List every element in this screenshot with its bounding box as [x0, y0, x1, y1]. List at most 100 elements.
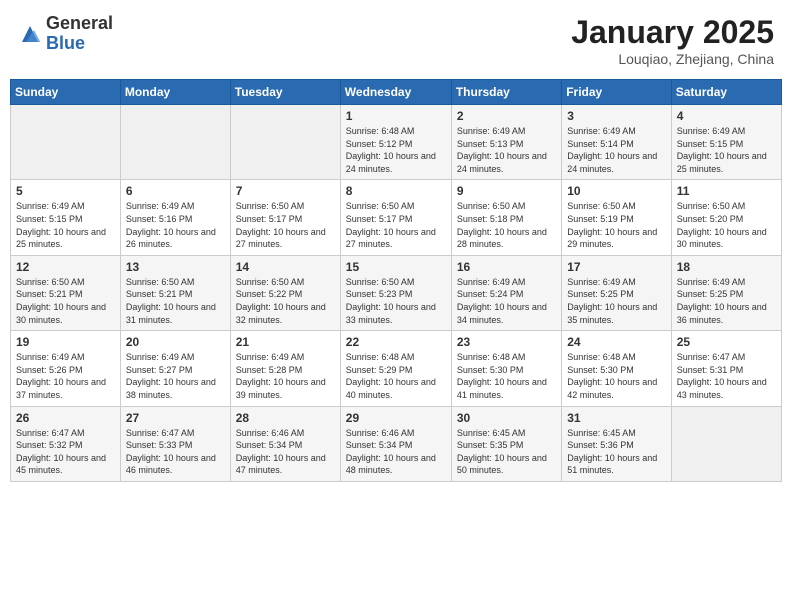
day-cell: 1 Sunrise: 6:48 AM Sunset: 5:12 PM Daylig…	[340, 105, 451, 180]
weekday-header-sunday: Sunday	[11, 80, 121, 105]
day-number: 23	[457, 335, 556, 349]
day-cell: 16Sunrise: 6:49 AM Sunset: 5:24 PM Dayli…	[451, 255, 561, 330]
day-cell: 25 Sunrise: 6:47 AM Sunset: 5:31 PM Dayli…	[671, 331, 781, 406]
day-number: 14	[236, 260, 335, 274]
day-info: Sunrise: 6:50 AM Sunset: 5:19 PM Dayligh…	[567, 200, 665, 250]
day-cell: 24 Sunrise: 6:48 AM Sunset: 5:30 PM Dayli…	[562, 331, 671, 406]
day-info: Sunrise: 6:49 AM Sunset: 5:15 PM Dayligh…	[16, 200, 115, 250]
day-cell: 26 Sunrise: 6:47 AM Sunset: 5:32 PM Dayli…	[11, 406, 121, 481]
day-cell: 13 Sunrise: 6:50 AM Sunset: 5:21 PM Dayli…	[120, 255, 230, 330]
day-cell: 11 Sunrise: 6:50 AM Sunset: 5:20 PM Dayli…	[671, 180, 781, 255]
day-info: Sunrise: 6:49 AM Sunset: 5:13 PM Dayligh…	[457, 125, 556, 175]
day-info: Sunrise: 6:49 AM Sunset: 5:25 PM Dayligh…	[677, 276, 776, 326]
weekday-header-row: SundayMondayTuesdayWednesdayThursdayFrid…	[11, 80, 782, 105]
week-row-0: 1 Sunrise: 6:48 AM Sunset: 5:12 PM Daylig…	[11, 105, 782, 180]
day-info: Sunrise: 6:49 AM Sunset: 5:27 PM Dayligh…	[126, 351, 225, 401]
title-block: January 2025 Louqiao, Zhejiang, China	[571, 14, 774, 67]
day-cell: 14 Sunrise: 6:50 AM Sunset: 5:22 PM Dayli…	[230, 255, 340, 330]
day-info: Sunrise: 6:45 AM Sunset: 5:35 PM Dayligh…	[457, 427, 556, 477]
day-cell: 17Sunrise: 6:49 AM Sunset: 5:25 PM Dayli…	[562, 255, 671, 330]
day-number: 31	[567, 411, 665, 425]
day-number: 13	[126, 260, 225, 274]
day-cell	[120, 105, 230, 180]
day-info: Sunrise: 6:50 AM Sunset: 5:23 PM Dayligh…	[346, 276, 446, 326]
day-number: 21	[236, 335, 335, 349]
day-number: 1	[346, 109, 446, 123]
day-number: 2	[457, 109, 556, 123]
day-cell: 3 Sunrise: 6:49 AM Sunset: 5:14 PM Daylig…	[562, 105, 671, 180]
day-cell: 20Sunrise: 6:49 AM Sunset: 5:27 PM Dayli…	[120, 331, 230, 406]
week-row-3: 19 Sunrise: 6:49 AM Sunset: 5:26 PM Dayli…	[11, 331, 782, 406]
day-info: Sunrise: 6:50 AM Sunset: 5:22 PM Dayligh…	[236, 276, 335, 326]
day-cell	[230, 105, 340, 180]
day-cell: 8Sunrise: 6:50 AM Sunset: 5:17 PM Daylig…	[340, 180, 451, 255]
day-info: Sunrise: 6:50 AM Sunset: 5:21 PM Dayligh…	[126, 276, 225, 326]
day-number: 19	[16, 335, 115, 349]
day-number: 6	[126, 184, 225, 198]
day-number: 18	[677, 260, 776, 274]
weekday-header-friday: Friday	[562, 80, 671, 105]
day-cell	[11, 105, 121, 180]
day-cell: 5 Sunrise: 6:49 AM Sunset: 5:15 PM Daylig…	[11, 180, 121, 255]
logo-general: General	[46, 14, 113, 34]
weekday-header-saturday: Saturday	[671, 80, 781, 105]
day-cell: 27 Sunrise: 6:47 AM Sunset: 5:33 PM Dayli…	[120, 406, 230, 481]
weekday-header-wednesday: Wednesday	[340, 80, 451, 105]
day-cell: 29 Sunrise: 6:46 AM Sunset: 5:34 PM Dayli…	[340, 406, 451, 481]
day-number: 3	[567, 109, 665, 123]
day-info: Sunrise: 6:46 AM Sunset: 5:34 PM Dayligh…	[346, 427, 446, 477]
day-info: Sunrise: 6:49 AM Sunset: 5:16 PM Dayligh…	[126, 200, 225, 250]
day-cell: 31 Sunrise: 6:45 AM Sunset: 5:36 PM Dayli…	[562, 406, 671, 481]
weekday-header-thursday: Thursday	[451, 80, 561, 105]
day-cell: 28 Sunrise: 6:46 AM Sunset: 5:34 PM Dayli…	[230, 406, 340, 481]
day-info: Sunrise: 6:49 AM Sunset: 5:26 PM Dayligh…	[16, 351, 115, 401]
page-header: General Blue January 2025 Louqiao, Zheji…	[10, 10, 782, 71]
day-info: Sunrise: 6:46 AM Sunset: 5:34 PM Dayligh…	[236, 427, 335, 477]
day-info: Sunrise: 6:47 AM Sunset: 5:32 PM Dayligh…	[16, 427, 115, 477]
day-number: 22	[346, 335, 446, 349]
day-info: Sunrise: 6:45 AM Sunset: 5:36 PM Dayligh…	[567, 427, 665, 477]
logo-icon	[18, 22, 42, 46]
day-cell: 30 Sunrise: 6:45 AM Sunset: 5:35 PM Dayli…	[451, 406, 561, 481]
day-number: 8	[346, 184, 446, 198]
day-number: 26	[16, 411, 115, 425]
day-cell: 22 Sunrise: 6:48 AM Sunset: 5:29 PM Dayli…	[340, 331, 451, 406]
day-number: 12	[16, 260, 115, 274]
day-number: 25	[677, 335, 776, 349]
day-info: Sunrise: 6:50 AM Sunset: 5:21 PM Dayligh…	[16, 276, 115, 326]
logo: General Blue	[18, 14, 113, 54]
location: Louqiao, Zhejiang, China	[571, 51, 774, 67]
day-info: Sunrise: 6:48 AM Sunset: 5:30 PM Dayligh…	[457, 351, 556, 401]
day-number: 24	[567, 335, 665, 349]
day-info: Sunrise: 6:49 AM Sunset: 5:14 PM Dayligh…	[567, 125, 665, 175]
day-number: 11	[677, 184, 776, 198]
week-row-1: 5 Sunrise: 6:49 AM Sunset: 5:15 PM Daylig…	[11, 180, 782, 255]
day-number: 16	[457, 260, 556, 274]
logo-text: General Blue	[46, 14, 113, 54]
day-info: Sunrise: 6:49 AM Sunset: 5:15 PM Dayligh…	[677, 125, 776, 175]
calendar: SundayMondayTuesdayWednesdayThursdayFrid…	[10, 79, 782, 482]
day-info: Sunrise: 6:47 AM Sunset: 5:33 PM Dayligh…	[126, 427, 225, 477]
day-number: 4	[677, 109, 776, 123]
day-cell: 7Sunrise: 6:50 AM Sunset: 5:17 PM Daylig…	[230, 180, 340, 255]
day-number: 9	[457, 184, 556, 198]
day-number: 30	[457, 411, 556, 425]
day-number: 27	[126, 411, 225, 425]
day-cell: 12 Sunrise: 6:50 AM Sunset: 5:21 PM Dayli…	[11, 255, 121, 330]
day-number: 10	[567, 184, 665, 198]
day-number: 7	[236, 184, 335, 198]
day-cell: 10 Sunrise: 6:50 AM Sunset: 5:19 PM Dayli…	[562, 180, 671, 255]
day-cell	[671, 406, 781, 481]
day-info: Sunrise: 6:48 AM Sunset: 5:12 PM Dayligh…	[346, 125, 446, 175]
day-info: Sunrise: 6:49 AM Sunset: 5:28 PM Dayligh…	[236, 351, 335, 401]
weekday-header-monday: Monday	[120, 80, 230, 105]
day-cell: 6 Sunrise: 6:49 AM Sunset: 5:16 PM Daylig…	[120, 180, 230, 255]
day-number: 5	[16, 184, 115, 198]
day-number: 29	[346, 411, 446, 425]
day-cell: 9Sunrise: 6:50 AM Sunset: 5:18 PM Daylig…	[451, 180, 561, 255]
day-info: Sunrise: 6:48 AM Sunset: 5:29 PM Dayligh…	[346, 351, 446, 401]
day-number: 28	[236, 411, 335, 425]
day-info: Sunrise: 6:50 AM Sunset: 5:20 PM Dayligh…	[677, 200, 776, 250]
day-info: Sunrise: 6:47 AM Sunset: 5:31 PM Dayligh…	[677, 351, 776, 401]
day-info: Sunrise: 6:48 AM Sunset: 5:30 PM Dayligh…	[567, 351, 665, 401]
